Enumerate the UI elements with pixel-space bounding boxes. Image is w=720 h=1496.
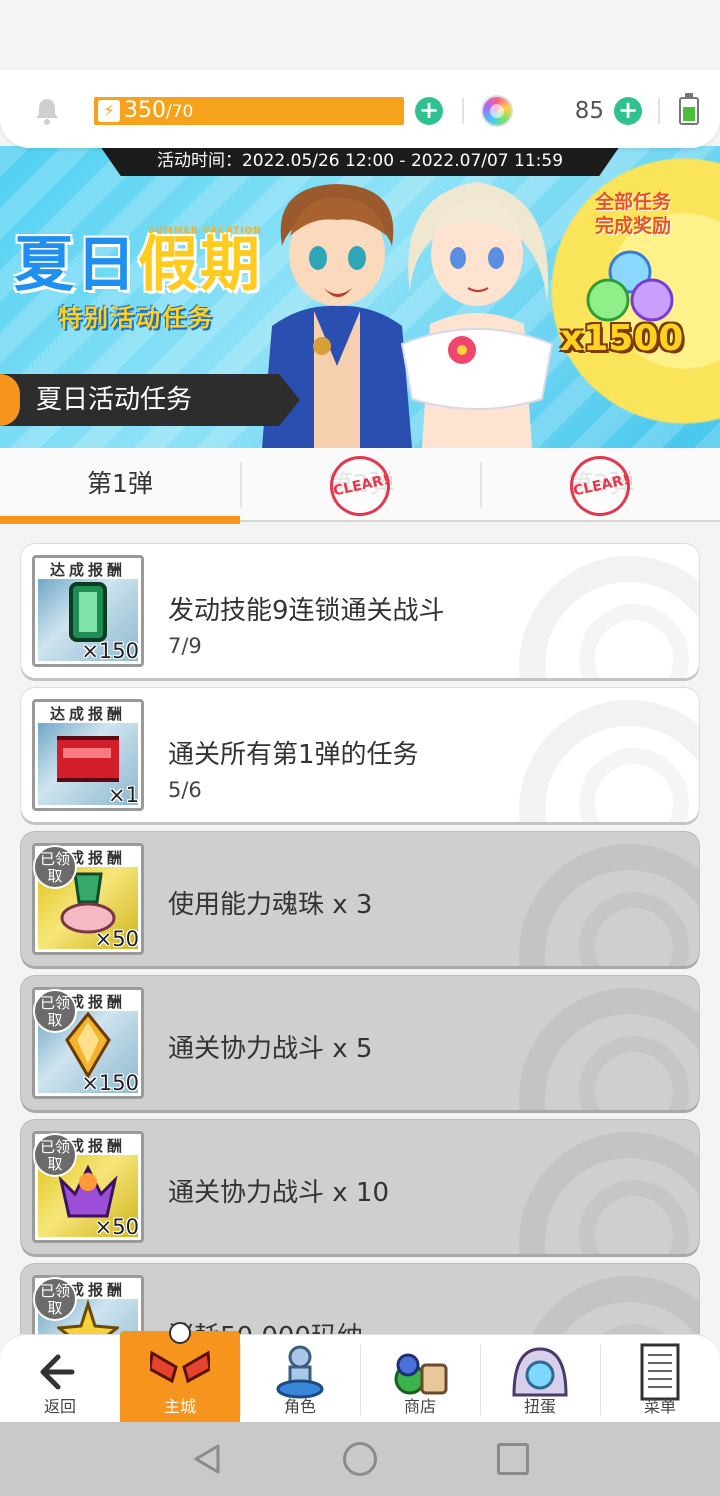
event-banner[interactable]: 活动时间：2022.05/26 12:00 - 2022.07/07 11:59…	[0, 146, 720, 448]
reward-box: 达成报酬 ×1	[32, 699, 144, 811]
clear-stamp: CLEAR!	[564, 450, 636, 522]
reward-box: 达成报酬 ×150	[32, 555, 144, 667]
clear-stamp: CLEAR!	[324, 450, 396, 522]
mission-list[interactable]: 达成报酬 ×150 发动技能9连锁通关战斗 7/9 达成报酬 ×1 通关所有第1…	[0, 524, 720, 1334]
red-ticket-icon	[57, 736, 119, 782]
tab-part-1[interactable]: 第1弹	[0, 448, 240, 524]
claimed-badge: 已领取	[33, 989, 77, 1033]
nav-back[interactable]: 返回	[0, 1335, 120, 1423]
divider	[658, 98, 660, 124]
gem-count: 85	[574, 98, 604, 124]
mission-progress: 7/9	[168, 634, 202, 658]
bottom-nav: 返回 主城 角色 商店 扭蛋 菜单	[0, 1322, 720, 1423]
tab-part-2[interactable]: 第2弹 CLEAR!	[241, 448, 481, 522]
girl-character-art	[400, 182, 554, 448]
mission-title: 发动技能9连锁通关战斗	[168, 596, 445, 626]
reward-qty: ×50	[94, 1215, 139, 1239]
claimed-badge: 已领取	[33, 1133, 77, 1177]
reward-qty: ×150	[81, 1071, 139, 1095]
add-stamina-button[interactable]: +	[415, 97, 443, 125]
reward-qty: ×1	[108, 783, 139, 807]
mission-card-claimed[interactable]: 达成报酬 ×150 已领取 通关协力战斗 x 5	[21, 976, 699, 1110]
divider	[462, 98, 464, 124]
system-nav-bar	[0, 1422, 720, 1496]
event-time: 活动时间：2022.05/26 12:00 - 2022.07/07 11:59	[100, 146, 620, 176]
system-back-icon[interactable]	[190, 1442, 224, 1476]
add-gems-button[interactable]: +	[614, 97, 642, 125]
nav-menu[interactable]: 菜单	[600, 1335, 720, 1423]
nav-main-city[interactable]: 主城	[120, 1322, 240, 1423]
bell-icon[interactable]	[32, 96, 62, 126]
tab-part-3[interactable]: 第3弹 CLEAR!	[481, 448, 720, 522]
claimed-badge: 已领取	[33, 1277, 77, 1321]
section-title: 夏日活动任务	[0, 374, 300, 426]
status-header: ⚡ 350/70 + 85 +	[0, 70, 720, 148]
reward-header: 达成报酬	[49, 705, 126, 723]
lightning-icon: ⚡	[98, 100, 120, 122]
reward-count: x1500	[560, 318, 684, 359]
nav-shop[interactable]: 商店	[360, 1335, 480, 1423]
mission-title: 通关协力战斗 x 10	[168, 1178, 390, 1208]
mission-card[interactable]: 达成报酬 ×1 通关所有第1弹的任务 5/6	[21, 688, 699, 822]
reward-qty: ×50	[94, 927, 139, 951]
mission-title: 通关所有第1弹的任务	[168, 740, 419, 770]
event-subtitle: 特别活动任务	[58, 304, 214, 332]
reward-box: 达成报酬 已领取	[32, 1275, 144, 1334]
mission-card-claimed[interactable]: 达成报酬 ×50 已领取 使用能力魂珠 x 3	[21, 832, 699, 966]
rainbow-orb-icon	[481, 95, 513, 127]
all-missions-reward-label: 全部任务 完成奖励	[594, 191, 671, 237]
system-home-icon[interactable]	[343, 1442, 377, 1476]
mission-title: 通关协力战斗 x 5	[168, 1034, 373, 1064]
claimed-badge: 已领取	[33, 845, 77, 889]
reward-box: 达成报酬 ×50 已领取	[32, 1131, 144, 1243]
tab-bar: 第1弹 第2弹 CLEAR! 第3弹 CLEAR!	[0, 448, 720, 524]
nav-characters[interactable]: 角色	[240, 1335, 360, 1423]
system-recents-icon[interactable]	[497, 1443, 529, 1475]
reward-box: 达成报酬 ×150 已领取	[32, 987, 144, 1099]
emerald-icon	[69, 582, 107, 642]
battery-icon	[679, 93, 699, 125]
reward-header: 达成报酬	[49, 561, 126, 579]
stamina-max: /70	[166, 102, 194, 122]
mission-card-claimed[interactable]: 达成报酬 ×50 已领取 通关协力战斗 x 10	[21, 1120, 699, 1254]
reward-box: 达成报酬 ×50 已领取	[32, 843, 144, 955]
nav-gacha[interactable]: 扭蛋	[480, 1335, 600, 1423]
event-title-en: SUMMER VACATION	[148, 226, 262, 236]
castle-icon	[150, 1322, 210, 1384]
mission-progress: 5/6	[168, 778, 202, 802]
mission-title: 使用能力魂珠 x 3	[168, 890, 373, 920]
reward-qty: ×150	[81, 639, 139, 663]
mission-card-claimed[interactable]: 达成报酬 已领取 消耗50,000玛纳	[21, 1264, 699, 1334]
stamina-bar: ⚡ 350/70	[94, 97, 404, 125]
stamina-current: 350	[124, 98, 166, 123]
mission-card[interactable]: 达成报酬 ×150 发动技能9连锁通关战斗 7/9	[21, 544, 699, 678]
